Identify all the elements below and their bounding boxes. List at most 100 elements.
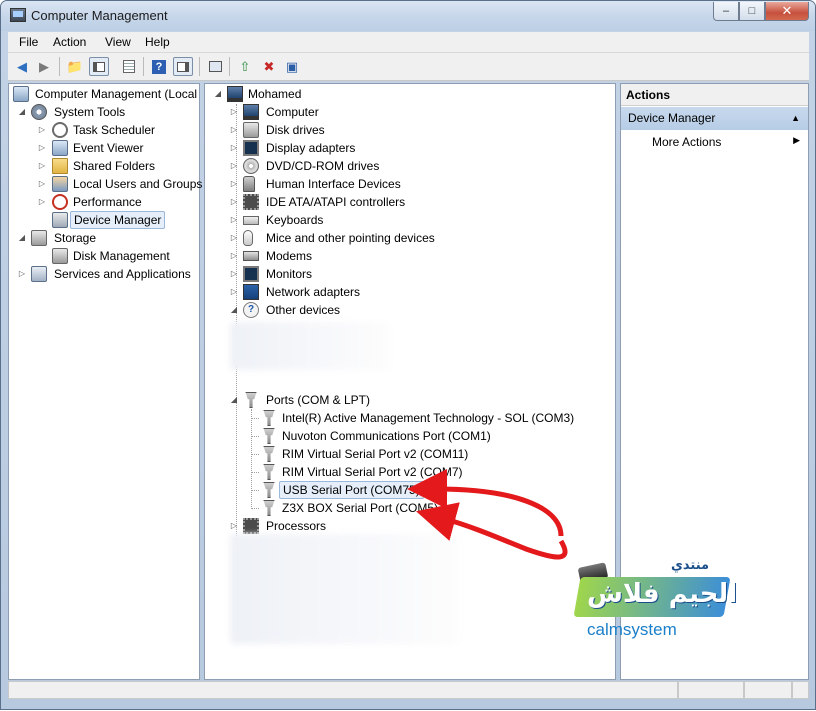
collapsed-icon[interactable]: ▷ [229,139,239,157]
tree-performance[interactable]: ▷ Performance [37,193,199,211]
menu-file[interactable]: File [19,35,38,49]
maximize-button[interactable]: □ [739,2,765,21]
scan-hardware-icon[interactable] [205,57,225,76]
show-action-pane-icon[interactable] [173,57,193,76]
enable-device-icon[interactable]: ▣ [282,57,302,76]
collapsed-icon[interactable]: ▷ [229,211,239,229]
port-icon [263,500,275,516]
port-item[interactable]: Nuvoton Communications Port (COM1) [251,427,609,445]
back-icon[interactable]: ◀ [12,57,32,76]
shared-folder-icon [52,158,68,174]
close-button[interactable]: ✕ [765,2,809,21]
port-icon [263,410,275,426]
expanded-icon[interactable]: ◢ [213,85,223,103]
collapsed-icon[interactable]: ▷ [37,193,47,211]
users-icon [52,176,68,192]
event-viewer-icon [52,140,68,156]
device-category[interactable]: ▷ Disk drives [229,121,609,139]
show-hide-tree-icon[interactable] [89,57,109,76]
collapsed-icon[interactable]: ▷ [229,103,239,121]
update-driver-icon[interactable]: ⇧ [235,57,255,76]
port-item[interactable]: Z3X BOX Serial Port (COM5) [251,499,609,517]
device-category[interactable]: ▷ IDE ATA/ATAPI controllers [229,193,609,211]
collapsed-icon[interactable]: ▷ [37,121,47,139]
category-processors[interactable]: ▷ Processors [229,517,609,535]
resize-grip[interactable] [792,681,809,699]
port-icon [263,446,275,462]
collapsed-icon[interactable]: ▷ [229,265,239,283]
menu-bar: File Action View Help [8,32,809,53]
port-item[interactable]: Intel(R) Active Management Technology - … [251,409,609,427]
up-folder-icon[interactable]: 📁 [65,57,85,76]
device-category[interactable]: ▷ Mice and other pointing devices [229,229,609,247]
forward-icon[interactable]: ▶ [34,57,54,76]
tree-root[interactable]: Computer Management (Local [13,85,199,103]
port-item[interactable]: USB Serial Port (COM75) [251,481,609,499]
minimize-button[interactable]: – [713,2,739,21]
mouse-icon [243,230,253,246]
console-tree-pane[interactable]: Computer Management (Local ◢ System Tool… [8,83,202,680]
collapse-section-icon[interactable]: ▲ [791,107,800,130]
menu-action[interactable]: Action [53,35,86,49]
tree-storage[interactable]: ◢ Storage [17,229,199,247]
actions-section-device-manager[interactable]: Device Manager ▲ [621,107,808,130]
tree-device-manager[interactable]: Device Manager [47,211,199,229]
collapsed-icon[interactable]: ▷ [37,139,47,157]
menu-help[interactable]: Help [145,35,170,49]
device-category[interactable]: ▷ Modems [229,247,609,265]
collapsed-icon[interactable]: ▷ [229,247,239,265]
status-bar-cell [678,681,744,699]
expanded-icon[interactable]: ◢ [17,229,27,247]
collapsed-icon[interactable]: ▷ [37,157,47,175]
collapsed-icon[interactable]: ▷ [17,265,27,283]
tree-task-scheduler[interactable]: ▷ Task Scheduler [37,121,199,139]
collapsed-icon[interactable]: ▷ [229,283,239,301]
expanded-icon[interactable]: ◢ [17,103,27,121]
more-actions-link[interactable]: More Actions [652,135,721,149]
computer-icon [243,104,259,120]
network-adapter-icon [243,284,259,300]
device-category[interactable]: ▷ Computer [229,103,609,121]
device-category[interactable]: ▷ DVD/CD-ROM drives [229,157,609,175]
tree-disk-management[interactable]: Disk Management [47,247,199,265]
device-category[interactable]: ◢? Other devices [229,301,609,319]
collapsed-icon[interactable]: ▷ [229,193,239,211]
tree-shared-folders[interactable]: ▷ Shared Folders [37,157,199,175]
tree-system-tools[interactable]: ◢ System Tools [17,103,199,121]
device-category[interactable]: ▷ Human Interface Devices [229,175,609,193]
help-icon[interactable]: ? [149,57,169,76]
redacted-other-devices [230,322,390,370]
title-bar[interactable]: Computer Management – □ ✕ [1,1,815,31]
expanded-icon[interactable]: ◢ [229,391,239,409]
expanded-icon[interactable]: ◢ [229,301,239,319]
uninstall-icon[interactable]: ✖ [259,57,279,76]
port-item[interactable]: RIM Virtual Serial Port v2 (COM11) [251,445,609,463]
collapsed-icon[interactable]: ▷ [37,175,47,193]
category-ports[interactable]: ◢ Ports (COM & LPT) [229,391,609,409]
device-tree-pane[interactable]: ◢ Mohamed ▷ Computer ▷ Disk drives ▷ Display … [204,83,616,680]
processor-icon [243,518,259,534]
collapsed-icon[interactable]: ▷ [229,121,239,139]
tree-event-viewer[interactable]: ▷ Event Viewer [37,139,199,157]
tree-services-applications[interactable]: ▷ Services and Applications [17,265,199,283]
menu-view[interactable]: View [105,35,131,49]
clock-icon [52,122,68,138]
properties-icon[interactable] [119,57,139,76]
device-category[interactable]: ▷ Keyboards [229,211,609,229]
ide-icon [243,194,259,210]
device-category[interactable]: ▷ Monitors [229,265,609,283]
collapsed-icon[interactable]: ▷ [229,229,239,247]
collapsed-icon[interactable]: ▷ [229,157,239,175]
collapsed-icon[interactable]: ▷ [229,517,239,535]
device-category[interactable]: ▷ Network adapters [229,283,609,301]
device-tree-root[interactable]: ◢ Mohamed [213,85,613,103]
tree-local-users[interactable]: ▷ Local Users and Groups [37,175,202,193]
port-item[interactable]: RIM Virtual Serial Port v2 (COM7) [251,463,609,481]
unknown-device-icon: ? [243,302,259,318]
caption-buttons: – □ ✕ [713,2,809,22]
submenu-arrow-icon: ▶ [793,135,800,145]
collapsed-icon[interactable]: ▷ [229,175,239,193]
port-icon [263,482,275,498]
keyboard-icon [243,216,259,225]
device-category[interactable]: ▷ Display adapters [229,139,609,157]
